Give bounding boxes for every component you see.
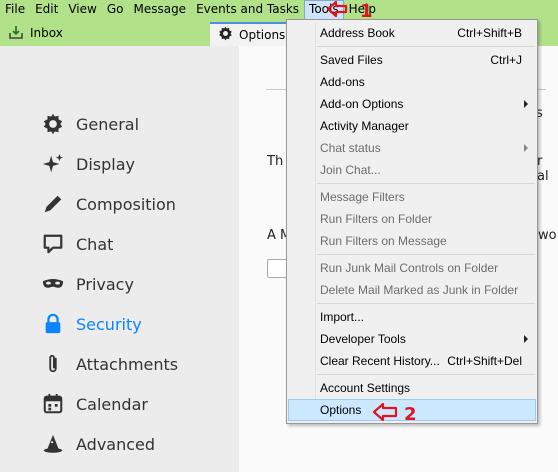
menu-item-label: Delete Mail Marked as Junk in Folder xyxy=(320,283,519,297)
menu-item-run-filters-on-message: Run Filters on Message xyxy=(288,230,536,252)
sidebar-item-label: Security xyxy=(76,314,142,334)
chat-icon xyxy=(42,233,64,255)
content-text-fragment: r al xyxy=(537,154,549,184)
menu-item-label: Developer Tools xyxy=(320,332,406,346)
menu-item-label: Run Filters on Message xyxy=(320,234,447,248)
sidebar-item-label: Attachments xyxy=(76,354,179,374)
menu-item-join-chat: Join Chat... xyxy=(288,159,536,181)
menu-item-account-settings[interactable]: Account Settings xyxy=(288,377,536,399)
wizard-hat-icon xyxy=(42,433,64,455)
lock-icon xyxy=(42,313,64,335)
menu-item-activity-manager[interactable]: Activity Manager xyxy=(288,115,536,137)
menu-item-label: Join Chat... xyxy=(320,163,381,177)
menu-item-clear-recent-history[interactable]: Clear Recent History... Ctrl+Shift+Del xyxy=(288,350,536,372)
sidebar-item-advanced[interactable]: Advanced xyxy=(42,431,155,457)
sidebar-item-label: Privacy xyxy=(76,274,134,294)
menu-events-and-tasks[interactable]: Events and Tasks xyxy=(191,0,304,20)
menu-file[interactable]: File xyxy=(0,0,30,20)
menu-separator xyxy=(317,303,535,304)
menu-item-run-filters-on-folder: Run Filters on Folder xyxy=(288,208,536,230)
annotation-number: 2 xyxy=(404,404,417,425)
gear-icon xyxy=(218,26,233,44)
menu-item-label: Activity Manager xyxy=(320,119,409,133)
tools-menu: Address Book Ctrl+Shift+B Saved Files Ct… xyxy=(286,19,538,424)
menu-view[interactable]: View xyxy=(63,0,101,20)
submenu-arrow-icon xyxy=(524,144,528,152)
content-text-fragment: Th xyxy=(267,154,284,169)
content-text-fragment: wo xyxy=(538,228,557,243)
menu-item-label: Saved Files xyxy=(320,53,383,67)
menu-item-run-junk-mail-controls: Run Junk Mail Controls on Folder xyxy=(288,257,536,279)
menu-item-label: Options xyxy=(320,403,362,417)
sidebar-item-label: Advanced xyxy=(76,434,156,454)
menu-item-chat-status: Chat status xyxy=(288,137,536,159)
menu-item-saved-files[interactable]: Saved Files Ctrl+J xyxy=(288,49,536,71)
menu-item-label: Run Filters on Folder xyxy=(320,212,433,226)
menu-go[interactable]: Go xyxy=(102,0,129,20)
paperclip-icon xyxy=(42,353,64,375)
sidebar-item-security[interactable]: Security xyxy=(42,311,142,337)
sidebar-item-attachments[interactable]: Attachments xyxy=(42,351,178,377)
tab-inbox-label: Inbox xyxy=(30,26,63,40)
menu-item-label: Account Settings xyxy=(320,381,411,395)
sidebar-item-label: Composition xyxy=(76,194,176,214)
pencil-icon xyxy=(42,193,64,215)
annotation-step-1: 1 xyxy=(326,0,373,23)
sidebar-item-chat[interactable]: Chat xyxy=(42,231,113,257)
sidebar-item-label: General xyxy=(76,114,140,134)
tab-inbox[interactable]: Inbox xyxy=(0,20,200,46)
menu-item-label: Chat status xyxy=(320,141,381,155)
menu-item-add-ons[interactable]: Add-ons xyxy=(288,71,536,93)
menu-edit[interactable]: Edit xyxy=(30,0,63,20)
mask-icon xyxy=(42,273,64,295)
sidebar-item-label: Chat xyxy=(76,234,114,254)
inbox-icon xyxy=(8,24,24,43)
menu-item-shortcut: Ctrl+J xyxy=(490,53,522,67)
arrow-left-icon xyxy=(326,0,348,23)
menu-item-label: Import... xyxy=(320,310,365,324)
tab-options-label: Options xyxy=(239,28,286,42)
menu-separator xyxy=(317,46,535,47)
sidebar-item-privacy[interactable]: Privacy xyxy=(42,271,134,297)
submenu-arrow-icon xyxy=(524,100,528,108)
menu-message[interactable]: Message xyxy=(128,0,191,20)
menu-item-label: Add-ons xyxy=(320,75,365,89)
calendar-icon xyxy=(42,393,64,415)
menu-bar: File Edit View Go Message Events and Tas… xyxy=(0,0,558,20)
menu-separator xyxy=(317,254,535,255)
menu-item-label: Add-on Options xyxy=(320,97,404,111)
menu-item-label: Run Junk Mail Controls on Folder xyxy=(320,261,499,275)
sidebar-item-display[interactable]: Display xyxy=(42,151,135,177)
sidebar-item-general[interactable]: General xyxy=(42,111,139,137)
menu-item-address-book[interactable]: Address Book Ctrl+Shift+B xyxy=(288,22,536,44)
menu-item-label: Clear Recent History... xyxy=(320,354,440,368)
menu-item-delete-junk-mail: Delete Mail Marked as Junk in Folder xyxy=(288,279,536,301)
menu-item-label: Message Filters xyxy=(320,190,405,204)
annotation-number: 1 xyxy=(360,1,373,22)
menu-item-message-filters: Message Filters xyxy=(288,186,536,208)
menu-item-shortcut: Ctrl+Shift+Del xyxy=(447,354,522,368)
sidebar-item-label: Display xyxy=(76,154,135,174)
submenu-arrow-icon xyxy=(524,335,528,343)
annotation-step-2: 2 xyxy=(372,402,417,427)
sparkle-icon xyxy=(42,153,64,175)
menu-separator xyxy=(317,374,535,375)
gear-icon xyxy=(42,113,64,135)
sidebar-item-composition[interactable]: Composition xyxy=(42,191,176,217)
tab-options[interactable]: Options xyxy=(210,22,290,46)
menu-separator xyxy=(317,183,535,184)
menu-item-import[interactable]: Import... xyxy=(288,306,536,328)
sidebar-item-label: Calendar xyxy=(76,394,148,414)
menu-item-shortcut: Ctrl+Shift+B xyxy=(457,26,522,40)
arrow-left-icon xyxy=(372,402,398,427)
menu-item-add-on-options[interactable]: Add-on Options xyxy=(288,93,536,115)
menu-item-label: Address Book xyxy=(320,26,395,40)
sidebar-item-calendar[interactable]: Calendar xyxy=(42,391,148,417)
menu-item-developer-tools[interactable]: Developer Tools xyxy=(288,328,536,350)
